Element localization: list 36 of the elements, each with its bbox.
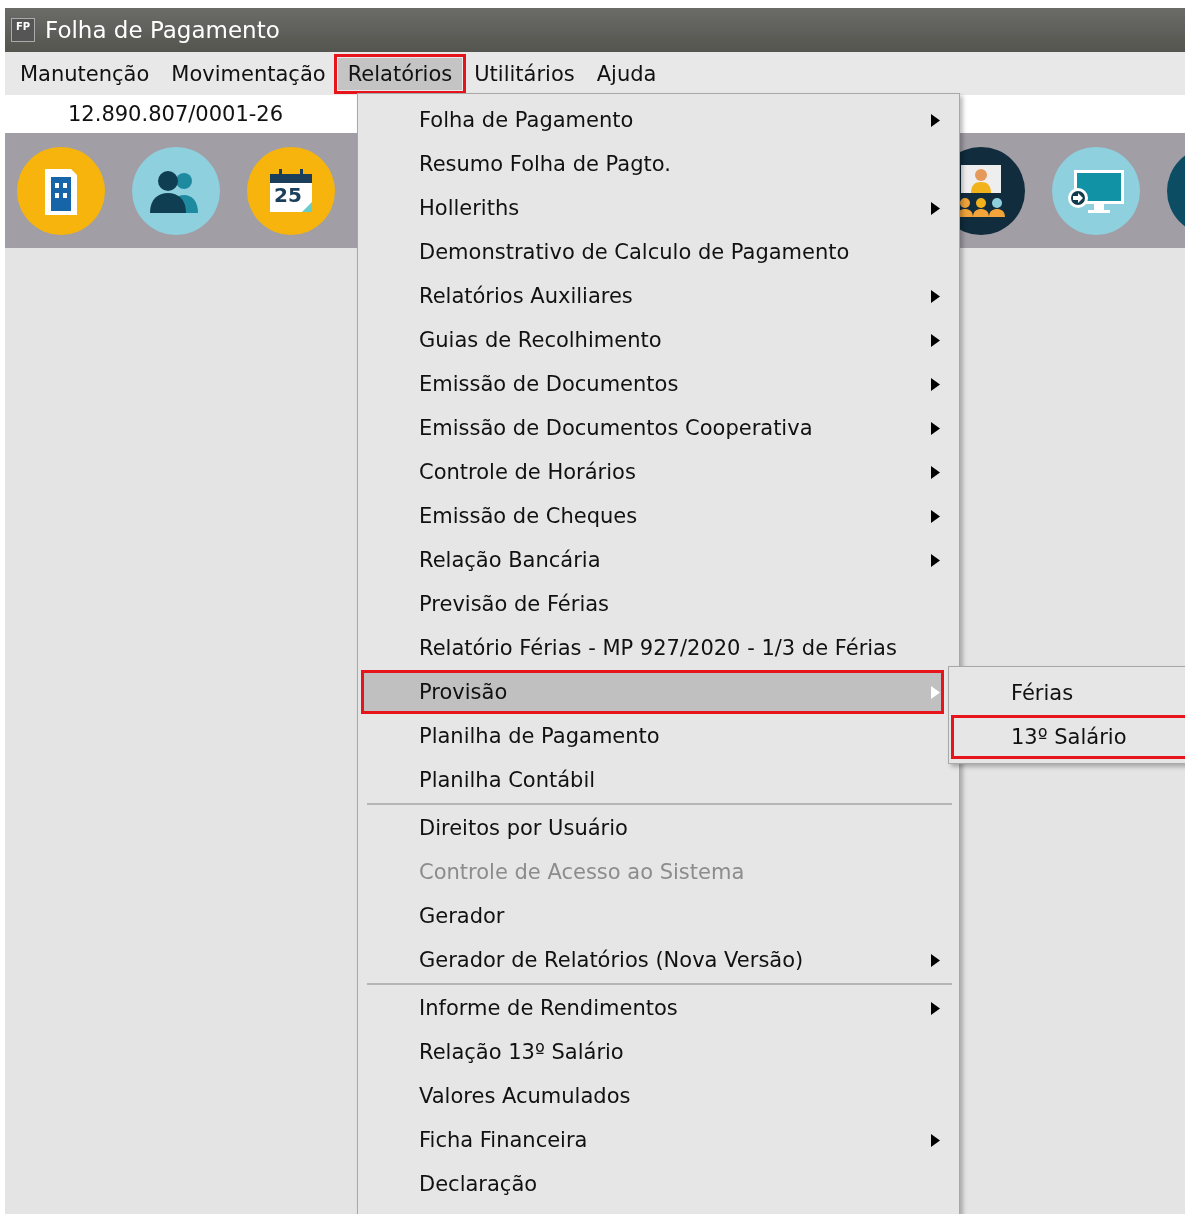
menu-item[interactable]: Previsão de Férias xyxy=(361,582,944,626)
menu-item[interactable]: Relação Bancária xyxy=(361,538,944,582)
menu-item[interactable]: Holleriths xyxy=(361,186,944,230)
menu-item[interactable]: Demonstrativo de Calculo de Pagamento xyxy=(361,230,944,274)
menu-item[interactable]: Emissão de Documentos xyxy=(361,362,944,406)
menu-bar-item[interactable]: Manutenção xyxy=(10,57,160,90)
menu-item[interactable]: Relatório Férias - MP 927/2020 - 1/3 de Férias xyxy=(361,626,944,670)
menu-bar-item[interactable]: Ajuda xyxy=(586,57,667,90)
menu-item[interactable]: Guias de Recolhimento xyxy=(361,318,944,362)
window-title: Folha de Pagamento xyxy=(45,17,280,43)
calendar-icon[interactable]: 25 xyxy=(247,146,335,235)
menu-item[interactable]: Gerador de Relatórios (Nova Versão) xyxy=(361,938,944,982)
menu-item[interactable]: Direitos por Usuário xyxy=(361,806,944,850)
menu-item[interactable]: Folha de Pagamento xyxy=(361,98,944,142)
menu-item[interactable]: 13º Salário xyxy=(951,715,1185,759)
menu-item[interactable]: Informe de Rendimentos xyxy=(361,986,944,1030)
menu-item[interactable]: Valores Acumulados xyxy=(361,1074,944,1118)
menu-item[interactable]: Provisão xyxy=(361,670,944,714)
calendar-page-icon xyxy=(268,167,314,214)
company-id: 12.890.807/0001-26 xyxy=(68,102,284,126)
app-icon: FP xyxy=(11,18,35,42)
menu-item[interactable]: Planilha Contábil xyxy=(361,758,944,802)
menu-bar-item[interactable]: Movimentação xyxy=(161,57,336,90)
menu-item[interactable]: Declaração xyxy=(361,1162,944,1206)
menu-item[interactable]: Controle de Horários xyxy=(361,450,944,494)
menu-item[interactable]: Ficha Financeira xyxy=(361,1118,944,1162)
menu-item[interactable]: Férias xyxy=(951,671,1185,715)
menu-item[interactable]: Relação 13º Salário xyxy=(361,1030,944,1074)
menu-item[interactable]: Emissão de Documentos Cooperativa xyxy=(361,406,944,450)
menu-item[interactable]: Resumo Folha de Pagto. xyxy=(361,142,944,186)
menu-item[interactable]: Planilha de Pagamento xyxy=(361,714,944,758)
menu-item[interactable]: Relatórios Auxiliares xyxy=(361,274,944,318)
calendar-day: 25 xyxy=(274,182,302,207)
menu-bar-item[interactable]: Utilitários xyxy=(464,57,585,90)
menu-item[interactable]: Gerador xyxy=(361,894,944,938)
menu-item[interactable]: Emissão de Cheques xyxy=(361,494,944,538)
